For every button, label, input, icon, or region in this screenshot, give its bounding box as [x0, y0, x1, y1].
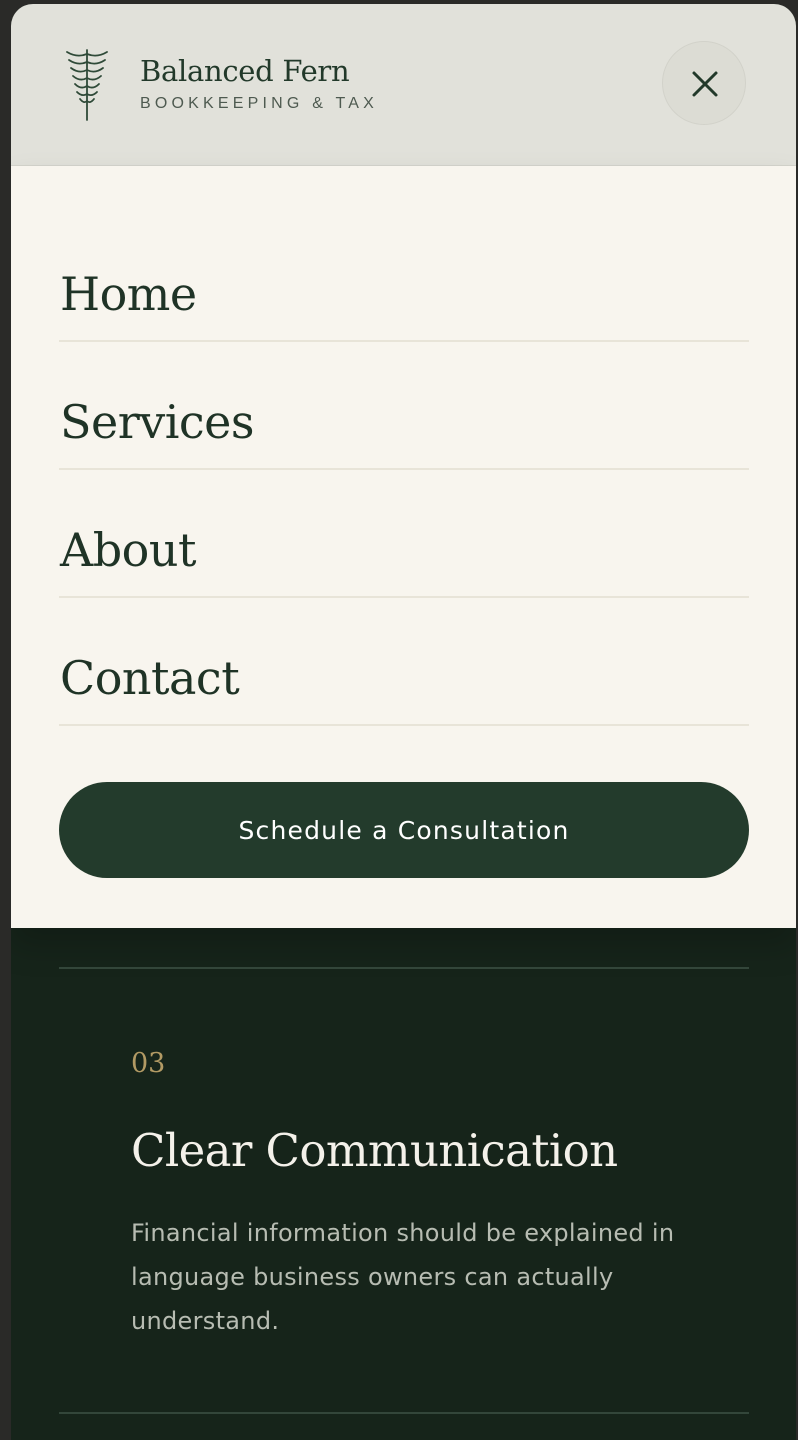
nav-item-contact[interactable]: Contact [59, 598, 749, 726]
nav-item-label: About [60, 523, 196, 577]
feature-description: Financial information should be explaine… [131, 1219, 675, 1335]
nav-item-home[interactable]: Home [59, 214, 749, 342]
nav-item-about[interactable]: About [59, 470, 749, 598]
nav-item-services[interactable]: Services [59, 342, 749, 470]
section-divider-top [59, 967, 749, 969]
section-divider-bottom [59, 1412, 749, 1414]
close-icon [692, 71, 718, 97]
fern-icon [66, 49, 108, 121]
feature-number: 03 [131, 1048, 166, 1079]
nav-item-label: Contact [60, 651, 240, 705]
mobile-viewport: Balanced Fern BOOKKEEPING & TAX Home Ser… [11, 4, 796, 1440]
close-menu-button[interactable] [662, 41, 746, 125]
brand-tagline: BOOKKEEPING & TAX [140, 95, 378, 112]
brand-name[interactable]: Balanced Fern [140, 54, 350, 88]
mobile-nav-menu: Home Services About Contact Schedule a C… [11, 166, 796, 928]
schedule-consultation-button[interactable]: Schedule a Consultation [59, 782, 749, 878]
nav-item-label: Services [60, 395, 255, 449]
feature-title: Clear Communication [131, 1124, 618, 1177]
nav-item-label: Home [60, 267, 197, 321]
site-header: Balanced Fern BOOKKEEPING & TAX [11, 4, 796, 166]
